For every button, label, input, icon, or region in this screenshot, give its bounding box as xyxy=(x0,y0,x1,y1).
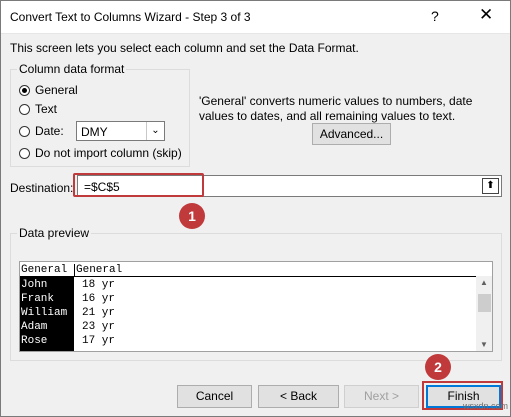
watermark: wsxdn.com xyxy=(463,401,509,411)
radio-text[interactable]: Text xyxy=(19,102,57,116)
preview-cell: Rose xyxy=(21,335,48,347)
preview-cell: Frank xyxy=(21,293,55,305)
preview-cell: William xyxy=(21,307,68,319)
radio-skip-label: Do not import column (skip) xyxy=(35,146,182,160)
title-bar: Convert Text to Columns Wizard - Step 3 … xyxy=(1,1,510,34)
preview-header-col2[interactable]: General xyxy=(75,264,476,277)
column-data-format-label: Column data format xyxy=(17,62,127,76)
destination-highlight-box xyxy=(73,173,204,197)
data-preview-grid[interactable]: General General John 18 yr Frank 16 yr W… xyxy=(19,261,493,352)
preview-cell: 23 yr xyxy=(82,321,116,333)
step-badge-2: 2 xyxy=(425,354,451,380)
help-icon[interactable]: ? xyxy=(431,8,439,24)
radio-date[interactable]: Date: xyxy=(19,124,64,138)
preview-cell: Adam xyxy=(21,321,48,333)
next-button[interactable]: Next > xyxy=(344,385,419,408)
date-format-select[interactable]: DMY ⌄ xyxy=(76,121,165,141)
description-text: This screen lets you select each column … xyxy=(10,41,359,55)
back-button[interactable]: < Back xyxy=(258,385,339,408)
radio-skip[interactable]: Do not import column (skip) xyxy=(19,146,182,160)
close-icon[interactable]: ✕ xyxy=(479,5,493,25)
chevron-down-icon[interactable]: ⌄ xyxy=(146,122,164,140)
preview-cell: 21 yr xyxy=(82,307,116,319)
radio-general-indicator[interactable] xyxy=(19,84,30,96)
radio-text-label: Text xyxy=(35,102,58,116)
radio-text-indicator[interactable] xyxy=(19,103,30,115)
scroll-up-icon[interactable]: ▲ xyxy=(480,278,488,287)
preview-header-col1[interactable]: General xyxy=(20,264,75,277)
data-preview-label: Data preview xyxy=(17,226,92,240)
text-to-columns-dialog: Convert Text to Columns Wizard - Step 3 … xyxy=(0,0,511,417)
advanced-button[interactable]: Advanced... xyxy=(312,123,391,145)
radio-date-label: Date: xyxy=(35,124,64,138)
preview-cell: 18 yr xyxy=(82,279,116,291)
radio-general-label: General xyxy=(35,83,78,97)
preview-cell: 17 yr xyxy=(82,335,116,347)
radio-date-indicator[interactable] xyxy=(19,125,30,137)
preview-cell: John xyxy=(21,279,48,291)
date-format-value: DMY xyxy=(81,125,108,139)
scroll-down-icon[interactable]: ▼ xyxy=(480,340,488,349)
destination-label: Destination: xyxy=(10,181,74,195)
cancel-button[interactable]: Cancel xyxy=(177,385,252,408)
radio-general[interactable]: General xyxy=(19,83,78,97)
scroll-thumb[interactable] xyxy=(478,294,491,312)
radio-skip-indicator[interactable] xyxy=(19,147,30,159)
format-info-text: 'General' converts numeric values to num… xyxy=(199,94,473,123)
window-title: Convert Text to Columns Wizard - Step 3 … xyxy=(10,10,251,24)
step-badge-1: 1 xyxy=(179,203,205,229)
preview-vertical-scrollbar[interactable]: ▲ ▼ xyxy=(476,276,492,351)
collapse-dialog-icon[interactable]: ⬆ xyxy=(482,178,499,194)
preview-cell: 16 yr xyxy=(82,293,116,305)
